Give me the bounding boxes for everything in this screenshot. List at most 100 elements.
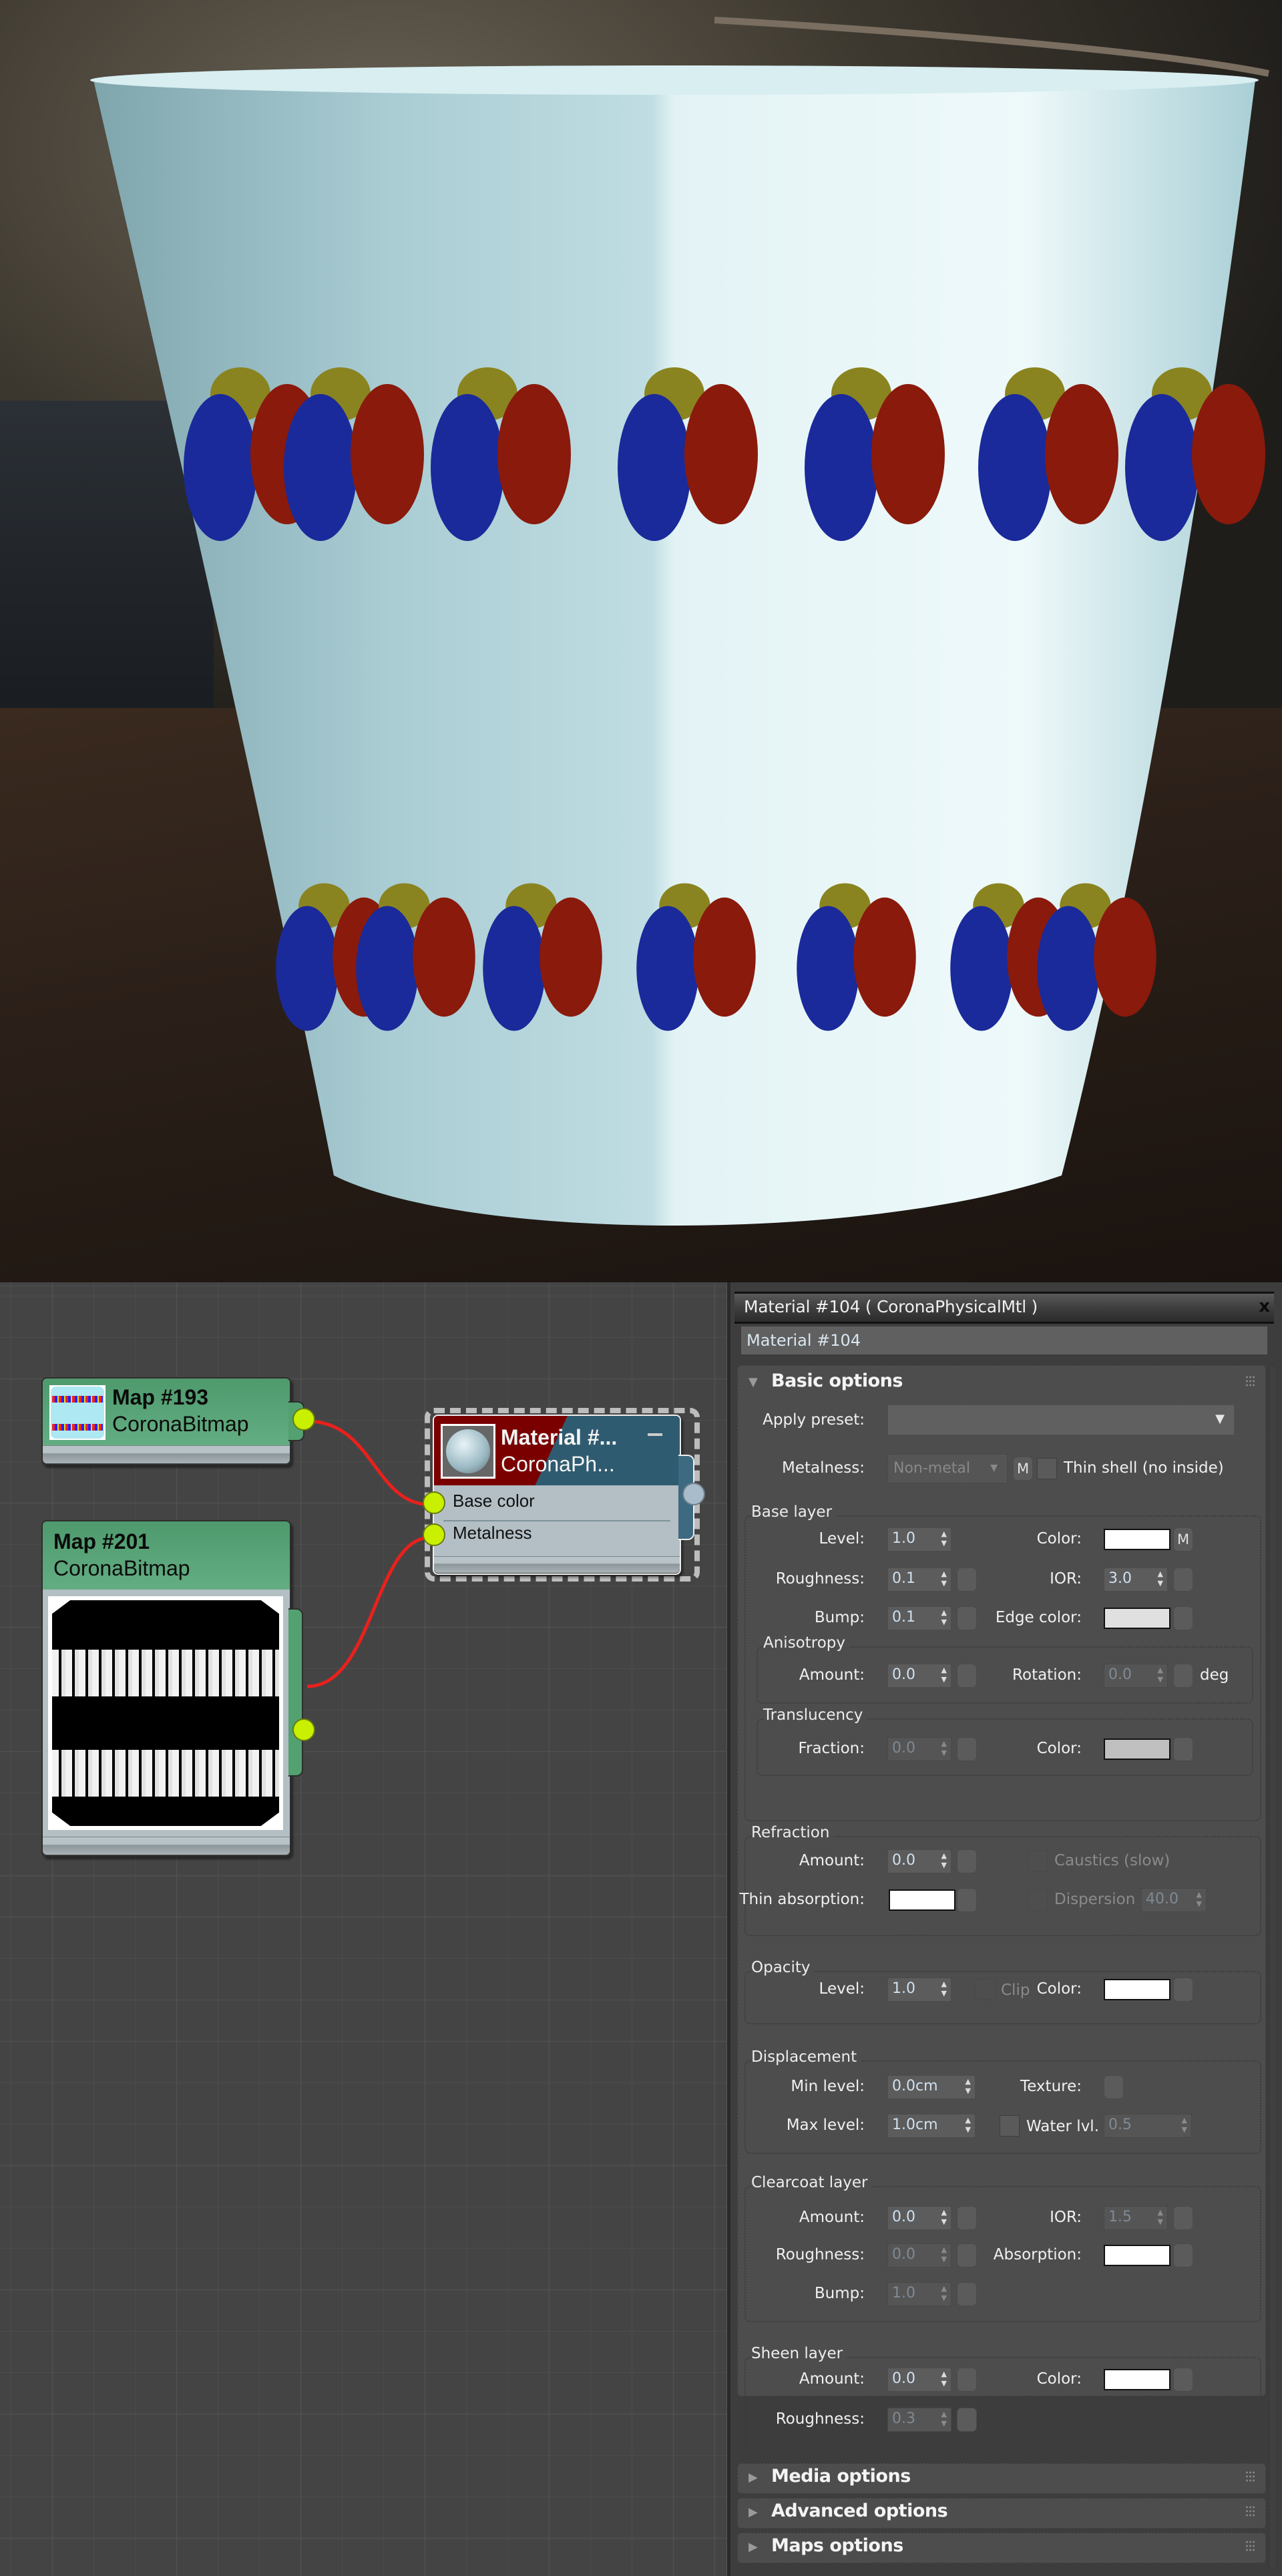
metalness-map-button[interactable]: M xyxy=(1013,1457,1033,1481)
panel-titlebar[interactable]: Material #104 ( CoronaPhysicalMtl ) x xyxy=(734,1292,1274,1324)
thin-shell-checkbox[interactable] xyxy=(1037,1458,1057,1479)
material-name-field[interactable] xyxy=(741,1326,1267,1354)
caustics-checkbox[interactable] xyxy=(1028,1851,1048,1872)
anisotropy-amount-spinner[interactable]: 0.0 ▲ ▼ xyxy=(887,1664,951,1688)
base-level-spinner[interactable]: 1.0 ▲ ▼ xyxy=(887,1527,951,1551)
clearcoat-amount-spinner[interactable]: 0.0 ▲ ▼ xyxy=(887,2206,951,2230)
clearcoat-absorption-swatch[interactable] xyxy=(1104,2245,1170,2266)
roughness-map-button[interactable] xyxy=(957,1568,977,1592)
spinner-arrows-icon[interactable]: ▲ ▼ xyxy=(1182,2116,1187,2135)
edge-color-map-button[interactable] xyxy=(1173,1606,1193,1630)
rollout-title: Basic options xyxy=(771,1370,903,1391)
minimize-icon[interactable] xyxy=(648,1433,662,1436)
clearcoat-amount-map-button[interactable] xyxy=(957,2206,977,2230)
sheen-color-swatch[interactable] xyxy=(1104,2369,1170,2390)
dispersion-spinner[interactable]: 40.0 ▲ ▼ xyxy=(1141,1888,1207,1912)
water-level-checkbox[interactable] xyxy=(1000,2115,1020,2137)
base-color-swatch[interactable] xyxy=(1104,1529,1170,1550)
sheen-color-map-button[interactable] xyxy=(1173,2368,1193,2392)
spinner-arrows-icon[interactable]: ▲ ▼ xyxy=(941,2370,947,2388)
translucency-fraction-spinner[interactable]: 0.0 ▲ ▼ xyxy=(887,1737,951,1761)
drag-grip-icon[interactable] xyxy=(1245,2505,1255,2517)
node-subtitle: CoronaBitmap xyxy=(53,1556,190,1580)
apply-preset-dropdown[interactable]: ▼ xyxy=(887,1405,1235,1435)
spinner-arrows-icon[interactable]: ▲ ▼ xyxy=(941,1739,947,1758)
refraction-map-button[interactable] xyxy=(957,1849,977,1873)
ior-map-button[interactable] xyxy=(1173,1568,1193,1592)
spinner-arrows-icon[interactable]: ▲ ▼ xyxy=(941,2284,947,2303)
clip-checkbox[interactable] xyxy=(976,1979,996,2000)
translucency-color-swatch[interactable] xyxy=(1104,1738,1170,1760)
output-socket[interactable] xyxy=(292,1408,315,1431)
opacity-color-swatch[interactable] xyxy=(1104,1979,1170,2000)
clearcoat-ior-map-button[interactable] xyxy=(1173,2206,1193,2230)
material-sphere-thumbnail xyxy=(441,1424,495,1479)
output-socket[interactable] xyxy=(292,1718,315,1741)
rollout-advanced-options[interactable]: ▶ Advanced options xyxy=(737,2498,1266,2529)
spinner-arrows-icon[interactable]: ▲ ▼ xyxy=(941,2410,947,2428)
input-socket-metalness[interactable] xyxy=(423,1523,445,1546)
clearcoat-ior-spinner[interactable]: 1.5 ▲ ▼ xyxy=(1104,2206,1168,2230)
node-material[interactable]: Material #... CoronaPh... Base color Met… xyxy=(423,1415,705,1575)
clearcoat-bump-spinner[interactable]: 1.0 ▲ ▼ xyxy=(887,2282,951,2306)
base-color-map-button[interactable]: M xyxy=(1173,1527,1193,1551)
input-socket-base-color[interactable] xyxy=(423,1491,445,1514)
opacity-level-spinner[interactable]: 1.0 ▲ ▼ xyxy=(887,1978,951,2002)
node-map-201[interactable]: Map #201 CoronaBitmap xyxy=(41,1520,315,1857)
clearcoat-roughness-spinner[interactable]: 0.0 ▲ ▼ xyxy=(887,2243,951,2267)
drag-grip-icon[interactable] xyxy=(1245,2470,1255,2482)
absorption-map-button[interactable] xyxy=(1173,2243,1193,2267)
sheen-amount-spinner[interactable]: 0.0 ▲ ▼ xyxy=(887,2368,951,2392)
clearcoat-roughness-map-button[interactable] xyxy=(957,2243,977,2267)
dispersion-checkbox[interactable] xyxy=(1028,1889,1048,1911)
displacement-min-spinner[interactable]: 0.0cm ▲ ▼ xyxy=(887,2075,976,2099)
translucency-color-map-button[interactable] xyxy=(1173,1737,1193,1761)
displacement-texture-button[interactable] xyxy=(1104,2075,1124,2099)
fraction-map-button[interactable] xyxy=(957,1737,977,1761)
bump-map-button[interactable] xyxy=(957,1606,977,1630)
rollout-maps-options[interactable]: ▶ Maps options xyxy=(737,2533,1266,2563)
sheen-amount-map-button[interactable] xyxy=(957,2368,977,2392)
spinner-arrows-icon[interactable]: ▲ ▼ xyxy=(941,1570,947,1588)
water-level-spinner[interactable]: 0.5 ▲ ▼ xyxy=(1104,2114,1192,2138)
opacity-map-button[interactable] xyxy=(1173,1978,1193,2002)
rotation-map-button[interactable] xyxy=(1173,1664,1193,1688)
spinner-arrows-icon[interactable]: ▲ ▼ xyxy=(941,1529,947,1548)
spinner-arrows-icon[interactable]: ▲ ▼ xyxy=(941,1608,947,1627)
sheen-roughness-map-button[interactable] xyxy=(957,2408,977,2432)
collapsed-triangle-icon: ▶ xyxy=(749,2540,758,2554)
node-map-193[interactable]: Map #193 CoronaBitmap xyxy=(41,1377,315,1465)
spinner-arrows-icon[interactable]: ▲ ▼ xyxy=(941,1851,947,1870)
edge-color-swatch[interactable] xyxy=(1104,1608,1170,1629)
base-bump-spinner[interactable]: 0.1 ▲ ▼ xyxy=(887,1606,951,1630)
clearcoat-bump-map-button[interactable] xyxy=(957,2282,977,2306)
spinner-arrows-icon[interactable]: ▲ ▼ xyxy=(1158,1666,1163,1684)
bucket-handle xyxy=(714,17,1269,77)
drag-grip-icon[interactable] xyxy=(1245,2540,1255,2552)
close-button[interactable]: x xyxy=(1259,1296,1270,1316)
metalness-dropdown[interactable]: Non-metal ▼ xyxy=(887,1454,1008,1483)
displacement-max-spinner[interactable]: 1.0cm ▲ ▼ xyxy=(887,2114,976,2138)
spinner-arrows-icon[interactable]: ▲ ▼ xyxy=(1158,1570,1163,1588)
refraction-amount-spinner[interactable]: 0.0 ▲ ▼ xyxy=(887,1849,951,1873)
anisotropy-map-button[interactable] xyxy=(957,1664,977,1688)
thin-absorption-map-button[interactable] xyxy=(957,1888,977,1912)
spinner-arrows-icon[interactable]: ▲ ▼ xyxy=(941,2245,947,2264)
material-output-socket[interactable] xyxy=(682,1483,705,1505)
anisotropy-rotation-spinner[interactable]: 0.0 ▲ ▼ xyxy=(1104,1664,1168,1688)
thin-absorption-swatch[interactable] xyxy=(889,1889,955,1911)
panel-scrollbar[interactable] xyxy=(1269,1365,1277,2569)
rollout-media-options[interactable]: ▶ Media options xyxy=(737,2463,1266,2494)
spinner-arrows-icon[interactable]: ▲ ▼ xyxy=(1197,1890,1202,1909)
drag-grip-icon[interactable] xyxy=(1245,1375,1255,1387)
sheen-roughness-spinner[interactable]: 0.3 ▲ ▼ xyxy=(887,2408,951,2432)
base-roughness-spinner[interactable]: 0.1 ▲ ▼ xyxy=(887,1568,951,1592)
spinner-arrows-icon[interactable]: ▲ ▼ xyxy=(941,1666,947,1684)
base-ior-spinner[interactable]: 3.0 ▲ ▼ xyxy=(1104,1568,1168,1592)
rollout-header-basic-options[interactable]: ▼ Basic options xyxy=(738,1368,1265,1398)
spinner-arrows-icon[interactable]: ▲ ▼ xyxy=(941,2208,947,2227)
spinner-arrows-icon[interactable]: ▲ ▼ xyxy=(941,1980,947,1998)
spinner-arrows-icon[interactable]: ▲ ▼ xyxy=(966,2077,971,2096)
spinner-arrows-icon[interactable]: ▲ ▼ xyxy=(966,2116,971,2135)
spinner-arrows-icon[interactable]: ▲ ▼ xyxy=(1158,2208,1163,2227)
